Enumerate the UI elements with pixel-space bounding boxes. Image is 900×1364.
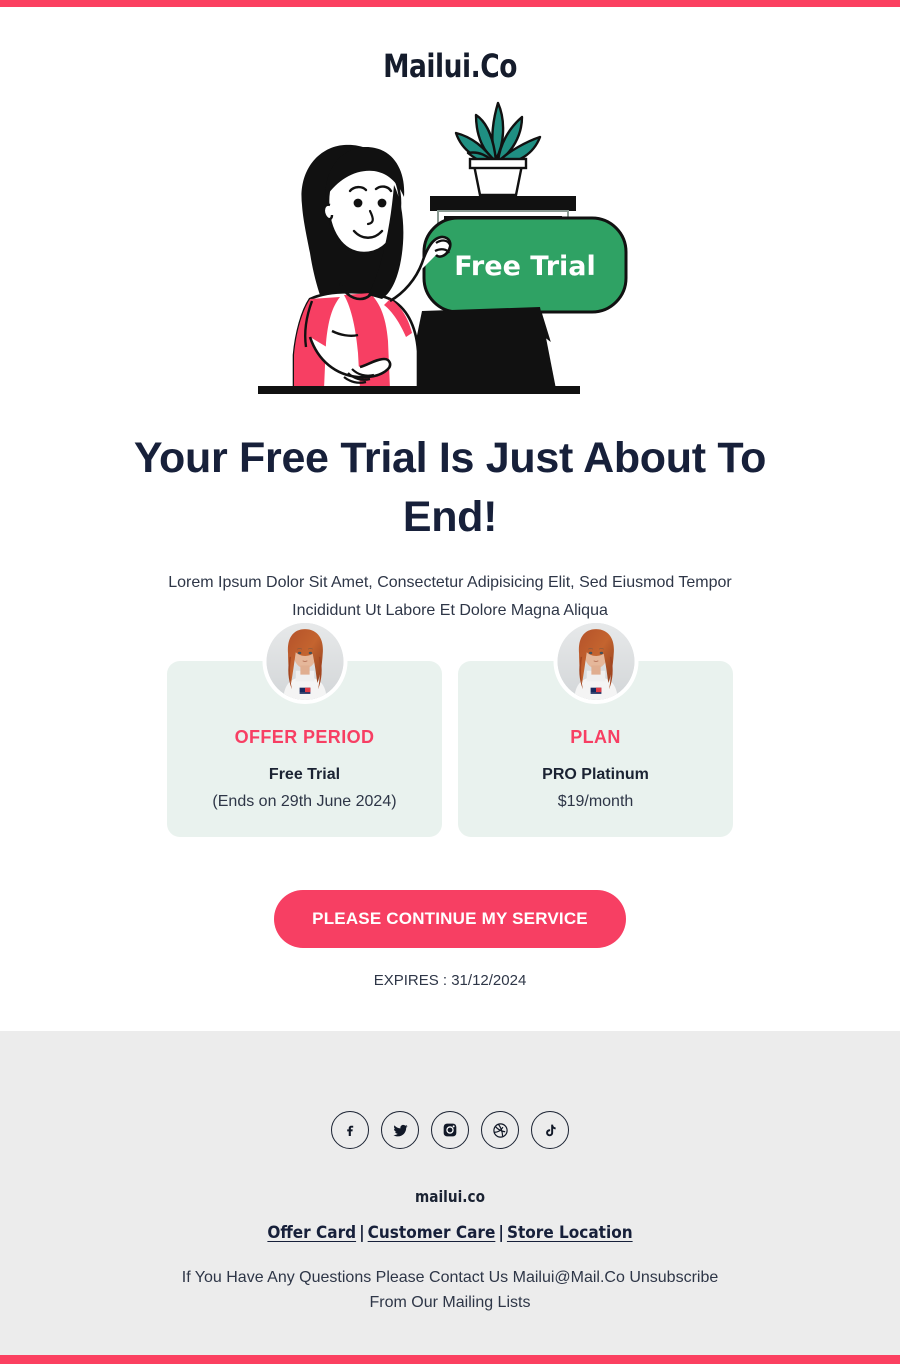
hero-illustration: Free Trial [258,101,628,394]
link-separator: | [359,1223,365,1243]
plan-cards: OFFER PERIOD Free Trial (Ends on 29th Ju… [0,619,900,837]
page-title: Your Free Trial Is Just About To End! [133,434,767,541]
top-accent-bar [0,0,900,7]
hero-subcopy: Lorem Ipsum Dolor Sit Amet, Consectetur … [168,574,732,619]
footer-disclaimer: If You Have Any Questions Please Contact… [181,1269,719,1311]
footer-link-store-location[interactable]: Store Location [507,1223,633,1243]
offer-period-card: OFFER PERIOD Free Trial (Ends on 29th Ju… [167,619,442,837]
twitter-icon[interactable] [381,1111,419,1149]
dribbble-icon[interactable] [481,1111,519,1149]
card-kicker: OFFER PERIOD [234,727,375,747]
hero-illustration-wrap: Free Trial [0,93,900,413]
card-subtitle: (Ends on 29th June 2024) [212,793,397,810]
instagram-icon[interactable] [431,1111,469,1149]
email-page: Mailui.Co Free Trial Your Free Trial Is … [0,0,900,1364]
continue-service-button[interactable]: PLEASE CONTINUE MY SERVICE [274,890,626,948]
footer-link-offer-card[interactable]: Offer Card [267,1223,356,1243]
svg-text:Free Trial: Free Trial [454,251,596,282]
card-kicker: PLAN [570,727,621,747]
plan-card: PLAN PRO Platinum $19/month [458,619,733,837]
expiry-label: EXPIRES : 31/12/2024 [373,972,527,989]
avatar [262,619,347,704]
footer-brand: mailui.co [415,1187,485,1206]
social-links [0,1111,900,1149]
link-separator: | [498,1223,504,1243]
avatar [553,619,638,704]
hero-section: Mailui.Co Free Trial Your Free Trial Is … [0,7,900,989]
card-title: Free Trial [268,766,341,783]
facebook-icon[interactable] [331,1111,369,1149]
cta-wrap: PLEASE CONTINUE MY SERVICE [0,890,900,948]
tiktok-icon[interactable] [531,1111,569,1149]
footer: mailui.co Offer Card | Customer Care | Store… [0,1031,900,1355]
card-subtitle: $19/month [557,793,634,810]
footer-link-customer-care[interactable]: Customer Care [368,1223,496,1243]
brand-logo: Mailui.Co [383,47,517,85]
bottom-accent-bar [0,1355,900,1364]
footer-links: Offer Card | Customer Care | Store Location [0,1223,900,1243]
card-title: PRO Platinum [542,766,649,783]
